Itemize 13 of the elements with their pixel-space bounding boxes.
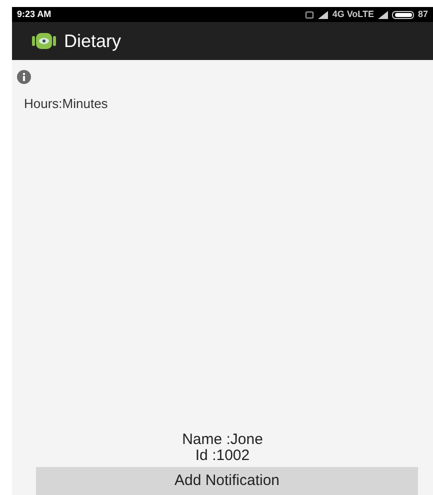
add-notification-button[interactable]: Add Notification <box>36 467 418 495</box>
network-label: 4G VoLTE <box>332 8 374 21</box>
signal-icon <box>378 10 388 18</box>
app-title: Dietary <box>64 30 122 53</box>
android-robot-icon <box>32 31 56 51</box>
signal-icon <box>318 10 328 18</box>
info-icon <box>17 70 31 84</box>
status-time: 9:23 AM <box>17 8 52 21</box>
battery-percent: 87 <box>418 8 428 21</box>
battery-icon <box>392 10 414 18</box>
time-format-label: Hours:Minutes <box>24 95 109 113</box>
id-text: Id :1002 <box>195 448 250 464</box>
name-text: Name :Jone <box>182 432 263 448</box>
